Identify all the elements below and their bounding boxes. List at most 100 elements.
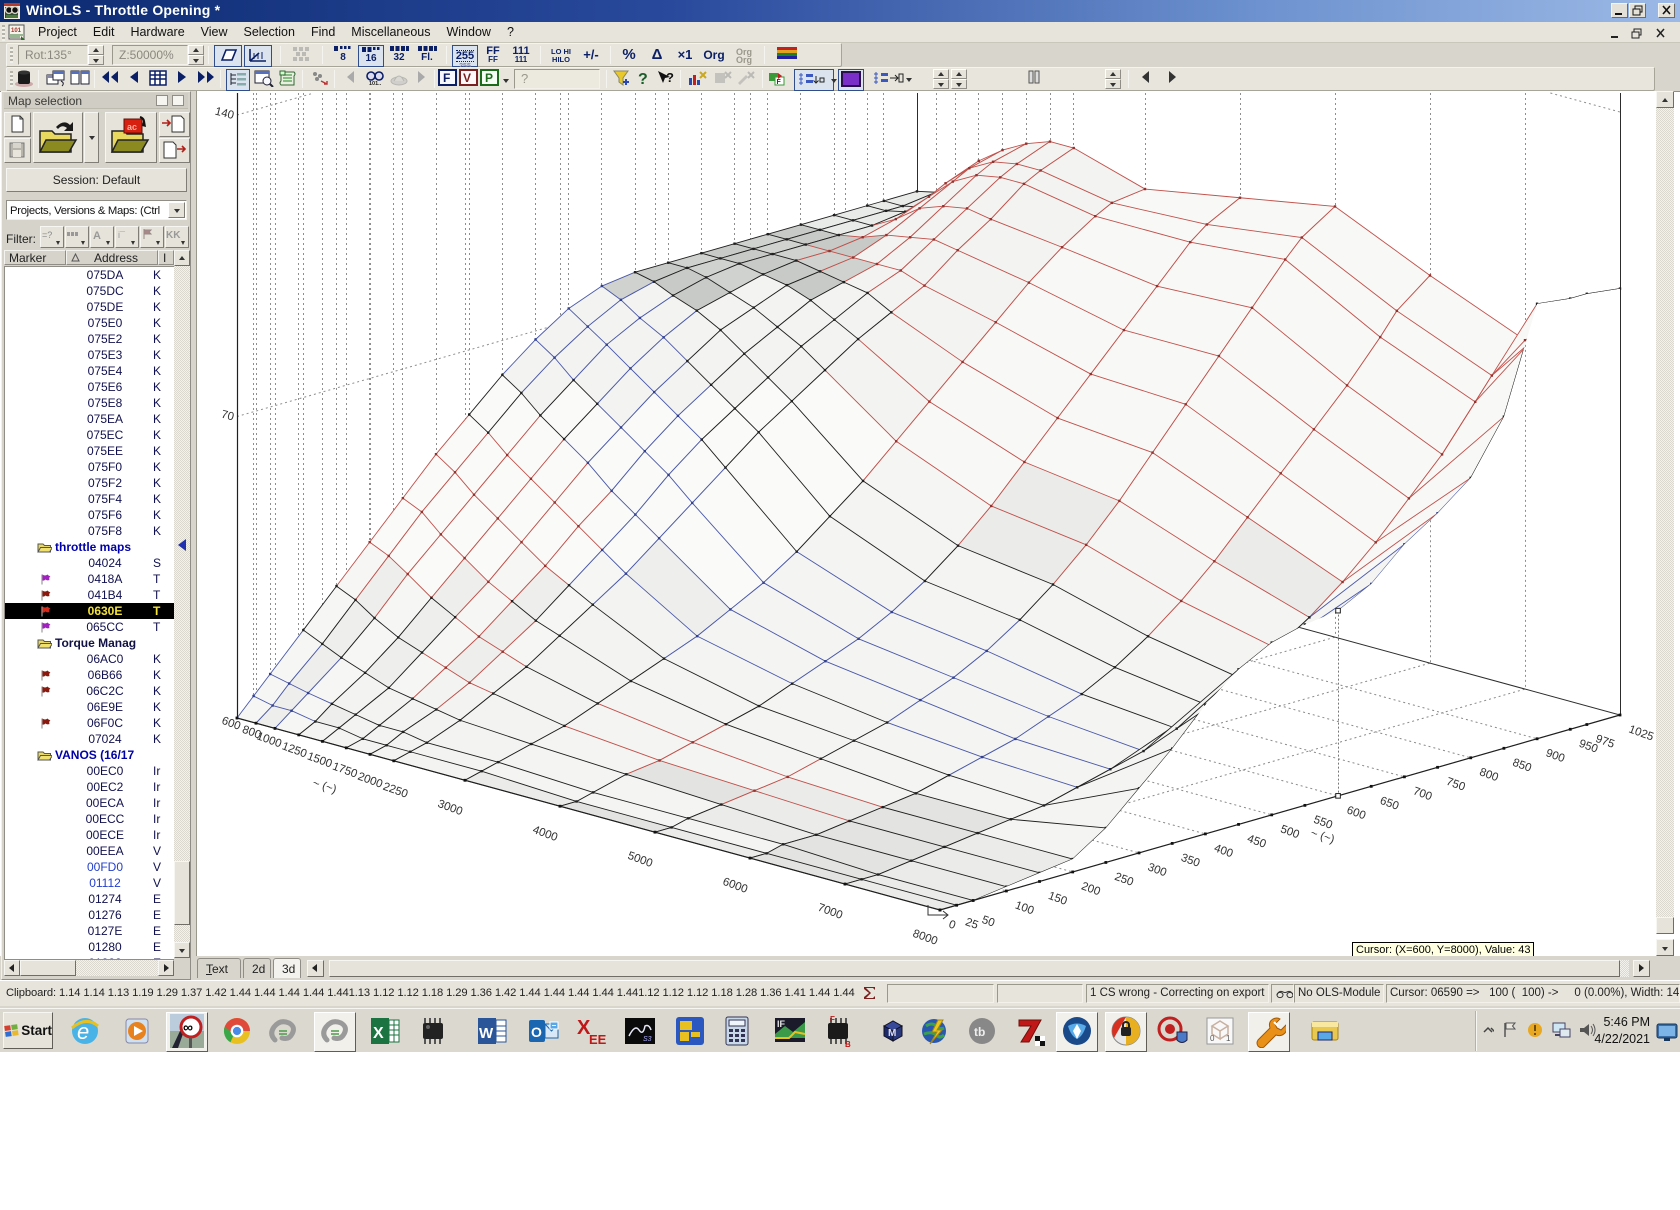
- map-row[interactable]: 06F0C K: [5, 715, 174, 731]
- menu-miscellaneous[interactable]: Miscellaneous: [343, 22, 438, 43]
- rotation-spinner-up[interactable]: [88, 45, 104, 55]
- taskbar-app-seven-racing[interactable]: [1013, 1014, 1047, 1048]
- map-row[interactable]: 075DE K: [5, 299, 174, 315]
- map-row[interactable]: 00ECA Ir: [5, 795, 174, 811]
- taskbar-app-excel[interactable]: X: [368, 1014, 402, 1048]
- wizard-2-button[interactable]: [712, 69, 736, 91]
- fvp-dropdown[interactable]: [500, 69, 512, 91]
- cascade-windows-button[interactable]: [44, 69, 68, 91]
- map-row[interactable]: 06C2C K: [5, 683, 174, 699]
- map-row[interactable]: 0630E T: [5, 603, 174, 619]
- map-row[interactable]: 00ECC Ir: [5, 811, 174, 827]
- taskbar-app-sprint-gray-2[interactable]: [318, 1014, 352, 1048]
- menu-edit[interactable]: Edit: [85, 22, 123, 43]
- tab-text[interactable]: Text: [197, 958, 241, 978]
- hex-dump-button[interactable]: [388, 69, 410, 91]
- column-header-marker[interactable]: Marker: [4, 250, 66, 265]
- menu-find[interactable]: Find: [303, 22, 343, 43]
- map-row[interactable]: 0418A T: [5, 571, 174, 587]
- sign-button[interactable]: +/-: [578, 45, 604, 67]
- view-toolbar-grip[interactable]: [10, 47, 13, 63]
- bits-float-button[interactable]: Fl.: [414, 45, 440, 67]
- list-scroll-track[interactable]: [174, 266, 190, 942]
- map-3d-view[interactable]: 6008001000125015001750200022503000400050…: [192, 91, 1656, 956]
- filter-funnel-button[interactable]: [610, 69, 632, 91]
- map-row[interactable]: 075E3 K: [5, 347, 174, 363]
- maps-combo[interactable]: Projects, Versions & Maps: (Ctrl: [6, 200, 187, 220]
- zoom-spinner-up[interactable]: [188, 45, 204, 55]
- pane-splitter-spinner-1[interactable]: [933, 69, 949, 89]
- view-3d-button[interactable]: [244, 45, 272, 67]
- rotation-field[interactable]: Rot:135°: [18, 45, 88, 65]
- plot-scroll-up[interactable]: [1656, 91, 1674, 108]
- map-row[interactable]: 06B66 K: [5, 667, 174, 683]
- map-list-button[interactable]: [146, 69, 170, 91]
- magic-hat-button[interactable]: [12, 69, 36, 91]
- sum-icon[interactable]: [862, 985, 878, 1001]
- map-preview-button[interactable]: [276, 69, 300, 91]
- taskbar-app-earth-flash[interactable]: [918, 1014, 952, 1048]
- find-address-button[interactable]: 101..: [364, 69, 386, 91]
- map-row[interactable]: 01112 V: [5, 875, 174, 891]
- show-functions-button[interactable]: F: [438, 69, 458, 91]
- menu-window[interactable]: Window: [439, 22, 499, 43]
- taskbar-app-word[interactable]: W: [475, 1014, 509, 1048]
- original-both-button[interactable]: Org Org: [730, 45, 758, 67]
- context-help-button[interactable]: ?: [654, 69, 676, 91]
- map-row[interactable]: 041B4 T: [5, 587, 174, 603]
- last-map-button[interactable]: [194, 69, 218, 91]
- map-list-vscrollbar[interactable]: [174, 250, 190, 958]
- next-version-button[interactable]: [1160, 69, 1184, 91]
- project-properties-icon[interactable]: 101: [8, 23, 28, 42]
- compare-maps-button[interactable]: [308, 69, 332, 91]
- pane-splitter-spinner-1-down[interactable]: [933, 79, 949, 89]
- map-row[interactable]: 075F2 K: [5, 475, 174, 491]
- map-row[interactable]: 00FD0 V: [5, 859, 174, 875]
- pane-splitter-spinner-3-up[interactable]: [1105, 69, 1121, 79]
- map-row[interactable]: 075EE K: [5, 443, 174, 459]
- taskbar-app-chrome[interactable]: [220, 1014, 254, 1048]
- session-button[interactable]: Session: Default: [6, 168, 187, 192]
- pane-splitter-spinner-2-down[interactable]: [951, 79, 967, 89]
- menu-project[interactable]: Project: [30, 22, 85, 43]
- tile-windows-button[interactable]: [68, 69, 92, 91]
- minimize-button[interactable]: [1611, 3, 1628, 18]
- map-list-hscrollbar[interactable]: [4, 960, 174, 976]
- difference-button[interactable]: Δ: [644, 45, 670, 67]
- map-row[interactable]: 075EA K: [5, 411, 174, 427]
- plot-vscroll-track[interactable]: [1656, 108, 1674, 934]
- apply-changes-button[interactable]: F: [766, 69, 790, 91]
- list-scroll-right[interactable]: [158, 960, 174, 976]
- grid-display-button[interactable]: [288, 45, 316, 67]
- map-row[interactable]: 01274 E: [5, 891, 174, 907]
- taskbar-app-fb-chip[interactable]: FB: [821, 1014, 855, 1048]
- help-button[interactable]: ?: [634, 69, 654, 91]
- taskbar-app-xee[interactable]: XEE: [575, 1014, 609, 1048]
- map-row[interactable]: 00EC2 Ir: [5, 779, 174, 795]
- tray-volume-icon[interactable]: [1578, 1021, 1596, 1039]
- close-button[interactable]: [1658, 3, 1675, 18]
- view-2d-button[interactable]: [214, 45, 242, 67]
- map-row[interactable]: 075E0 K: [5, 315, 174, 331]
- map-wizard-button[interactable]: [686, 69, 710, 91]
- map-row[interactable]: 00EEA V: [5, 843, 174, 859]
- title-bar[interactable]: WinOLS - Throttle Opening *: [0, 0, 1680, 22]
- map-row[interactable]: 00EC0 Ir: [5, 763, 174, 779]
- map-row[interactable]: 075E4 K: [5, 363, 174, 379]
- taskbar-app-if-map[interactable]: IF: [773, 1014, 807, 1048]
- tray-clock[interactable]: 5:46 PM 4/22/2021: [1594, 1014, 1650, 1048]
- taskbar-app-outlook[interactable]: O: [526, 1014, 560, 1048]
- map-display-mode-button[interactable]: [794, 69, 837, 91]
- map-row[interactable]: 075F8 K: [5, 523, 174, 539]
- tab-3d[interactable]: 3d: [273, 958, 301, 978]
- tab-scroll-left[interactable]: [307, 960, 324, 977]
- map-row[interactable]: 065CC T: [5, 619, 174, 635]
- prev-version-button[interactable]: [1134, 69, 1158, 91]
- open-project-button[interactable]: [33, 112, 83, 163]
- filter-info-button[interactable]: i¯: [115, 226, 139, 248]
- panel-pin-button[interactable]: [156, 95, 168, 106]
- list-scroll-left[interactable]: [4, 960, 20, 976]
- toolbar-search-field[interactable]: ?: [514, 69, 600, 89]
- taskbar-app-scan-signature[interactable]: S3: [623, 1014, 657, 1048]
- taskbar-app-eeprom-chip[interactable]: [416, 1014, 450, 1048]
